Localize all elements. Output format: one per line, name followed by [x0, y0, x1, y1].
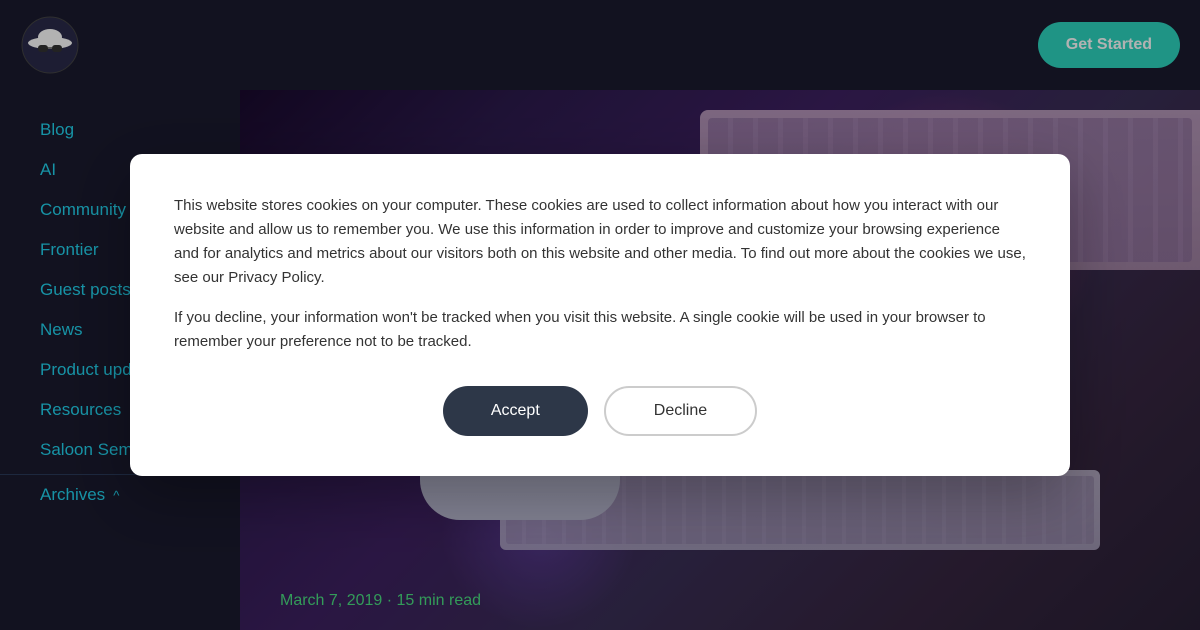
accept-button[interactable]: Accept [443, 386, 588, 436]
cookie-modal-overlay: This website stores cookies on your comp… [0, 0, 1200, 630]
decline-button[interactable]: Decline [604, 386, 757, 436]
cookie-modal: This website stores cookies on your comp… [130, 154, 1070, 476]
cookie-text-2: If you decline, your information won't b… [174, 306, 1026, 354]
cookie-text-1: This website stores cookies on your comp… [174, 194, 1026, 290]
cookie-modal-buttons: Accept Decline [174, 386, 1026, 436]
